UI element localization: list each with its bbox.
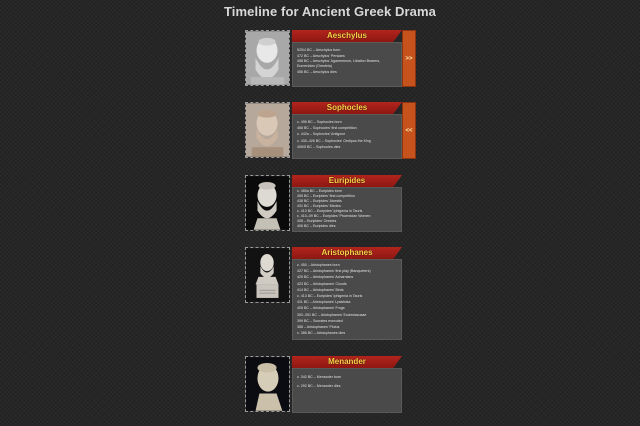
bust-icon xyxy=(246,31,289,85)
bust-icon xyxy=(246,248,289,302)
page-title: Timeline for Ancient Greek Drama xyxy=(224,4,436,19)
event-line: 406/5 BC – Sophocles dies xyxy=(297,144,341,149)
euripides-portrait xyxy=(245,175,290,231)
events-panel: c. 450 – Aristophanes born 427 BC – Aris… xyxy=(292,259,402,340)
event-line: c. 342 BC – Menander born xyxy=(297,375,342,379)
aeschylus-portrait xyxy=(245,30,290,86)
next-button[interactable]: >> xyxy=(402,30,416,87)
events-panel: c. 342 BC – Menander born c. 292 BC – Me… xyxy=(292,368,402,413)
aristophanes-portrait xyxy=(245,247,290,303)
prev-button[interactable]: << xyxy=(402,102,416,159)
entry-name: Euripides xyxy=(292,175,402,187)
bust-icon xyxy=(246,176,289,230)
bust-icon xyxy=(246,357,289,411)
sophocles-portrait xyxy=(245,102,290,158)
entry-name: Aeschylus xyxy=(292,30,402,42)
entry-name: Aristophanes xyxy=(292,247,402,259)
entry-name: Sophocles xyxy=(292,102,402,114)
events-panel: c. 480a BC – Euripides born 455 BC – Eur… xyxy=(292,187,402,232)
entry-name: Menander xyxy=(292,356,402,368)
event-line: 406 BC – Euripides dies xyxy=(297,224,336,228)
events-panel: 525/4 BC – Aeschylus born 472 BC – Aesch… xyxy=(292,42,402,87)
events-panel: c. 496 BC – Sophocles born 468 BC – Soph… xyxy=(292,114,402,159)
menander-portrait xyxy=(245,356,290,412)
bust-icon xyxy=(246,103,289,157)
event-line: c. 386 BC – Aristophanes dies xyxy=(297,331,346,336)
event-line: 456 BC – Aeschylus dies xyxy=(297,69,337,74)
event-line: c. 292 BC – Menander dies xyxy=(297,384,341,389)
